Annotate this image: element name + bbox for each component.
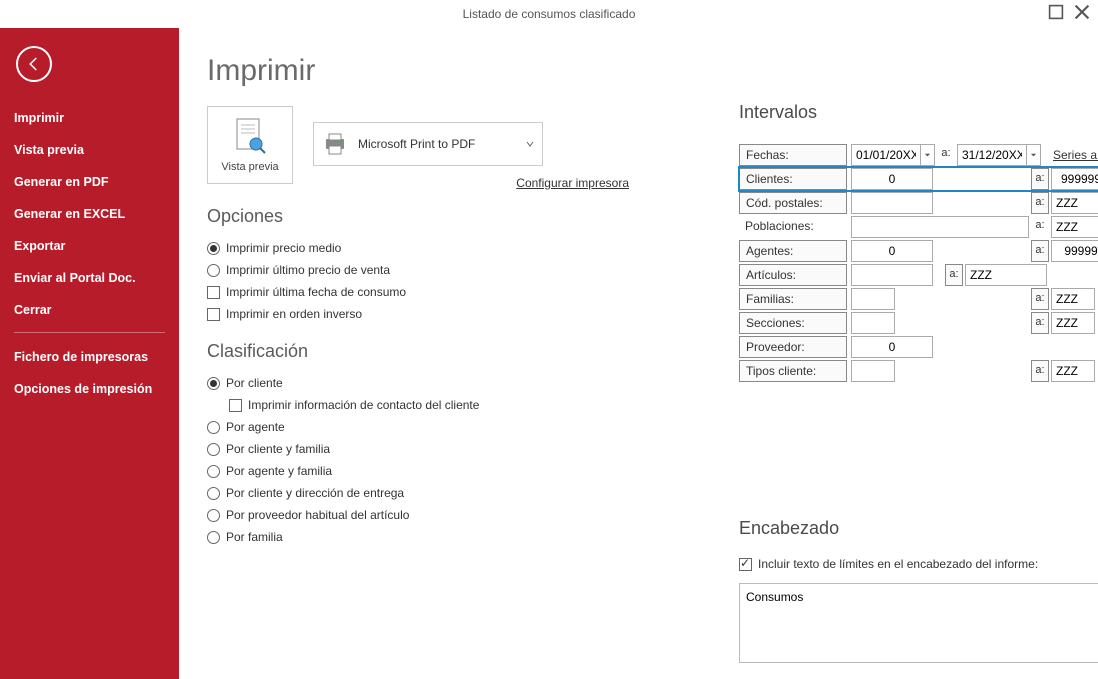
int-poblac-to[interactable] [1051, 216, 1098, 238]
sidebar-item-exportar[interactable]: Exportar [0, 230, 179, 262]
intervalos-heading: Intervalos [739, 102, 1098, 123]
int-agentes-label: Agentes: [739, 240, 847, 262]
radio-icon [207, 465, 220, 478]
int-proveedor-from[interactable] [851, 336, 933, 358]
clas-cliente-familia[interactable]: Por cliente y familia [207, 438, 1070, 460]
clas-agente-familia[interactable]: Por agente y familia [207, 460, 1070, 482]
int-poblac-row: Poblaciones: a: [739, 215, 1098, 239]
sidebar: Imprimir Vista previa Generar en PDF Gen… [0, 28, 179, 679]
radio-icon [207, 443, 220, 456]
int-fechas-from-dd[interactable] [921, 144, 935, 166]
sidebar-item-pdf[interactable]: Generar en PDF [0, 166, 179, 198]
clas-contacto-cliente[interactable]: Imprimir información de contacto del cli… [229, 394, 1070, 416]
int-clientes-from[interactable] [851, 168, 933, 190]
int-a-label: a: [1031, 168, 1049, 190]
encab-textarea[interactable] [739, 583, 1098, 663]
int-fechas-row: Fechas: a: Series a imprimir: [739, 143, 1098, 167]
document-preview-icon [233, 117, 267, 157]
int-a-label: a: [1031, 216, 1049, 238]
sidebar-item-imprimir[interactable]: Imprimir [0, 102, 179, 134]
int-proveedor-label: Proveedor: [739, 336, 847, 358]
int-a-label: a: [945, 264, 963, 286]
int-familias-label: Familias: [739, 288, 847, 310]
sidebar-item-cerrar[interactable]: Cerrar [0, 294, 179, 326]
sidebar-item-excel[interactable]: Generar en EXCEL [0, 198, 179, 230]
int-fechas-label: Fechas: [739, 144, 847, 166]
int-codpost-row: Cód. postales: a: [739, 191, 1098, 215]
radio-icon [207, 509, 220, 522]
int-fechas-from[interactable] [851, 144, 921, 166]
int-poblac-label: Poblaciones: [739, 216, 847, 238]
radio-icon [207, 242, 220, 255]
int-familias-from[interactable] [851, 288, 895, 310]
radio-icon [207, 487, 220, 500]
radio-icon [207, 421, 220, 434]
int-secciones-from[interactable] [851, 312, 895, 334]
printer-select[interactable]: Microsoft Print to PDF [313, 122, 543, 166]
maximize-icon[interactable] [1048, 4, 1064, 20]
int-proveedor-row: Proveedor: [739, 335, 1098, 359]
sidebar-item-opciones[interactable]: Opciones de impresión [0, 373, 179, 405]
radio-icon [207, 531, 220, 544]
checkbox-icon [207, 286, 220, 299]
int-a-label: a: [1031, 360, 1049, 382]
back-button[interactable] [16, 46, 52, 82]
int-secciones-row: Secciones: a: [739, 311, 1098, 335]
int-secciones-to[interactable] [1051, 312, 1095, 334]
int-agentes-from[interactable] [851, 240, 933, 262]
configure-printer-link[interactable]: Configurar impresora [516, 176, 629, 190]
titlebar: Listado de consumos clasificado [0, 0, 1098, 28]
int-a-label: a: [1031, 288, 1049, 310]
vista-previa-label: Vista previa [221, 161, 278, 173]
int-articulos-label: Artículos: [739, 264, 847, 286]
checkbox-icon [739, 558, 752, 571]
vista-previa-button[interactable]: Vista previa [207, 106, 293, 184]
checkbox-icon [229, 399, 242, 412]
int-clientes-label: Clientes: [739, 168, 847, 190]
int-tipos-to[interactable] [1051, 360, 1095, 382]
sidebar-item-fichero[interactable]: Fichero de impresoras [0, 341, 179, 373]
int-a-label: a: [1031, 192, 1049, 214]
close-icon[interactable] [1074, 4, 1090, 20]
int-codpost-label: Cód. postales: [739, 192, 847, 214]
checkbox-icon [207, 308, 220, 321]
radio-icon [207, 264, 220, 277]
sidebar-item-vista-previa[interactable]: Vista previa [0, 134, 179, 166]
page-title: Imprimir [207, 54, 1070, 88]
int-articulos-row: Artículos: a: [739, 263, 1098, 287]
series-link[interactable]: Series a imprimir: [1053, 148, 1098, 162]
int-codpost-from[interactable] [851, 192, 933, 214]
chevron-down-icon [526, 140, 534, 148]
int-tipos-from[interactable] [851, 360, 895, 382]
sidebar-divider [14, 332, 165, 333]
int-agentes-to[interactable] [1051, 240, 1098, 262]
encabezado-heading: Encabezado [739, 518, 1098, 539]
int-familias-row: Familias: a: [739, 287, 1098, 311]
int-a-label: a: [1031, 240, 1049, 262]
int-poblac-from[interactable] [851, 216, 1029, 238]
int-clientes-row: Clientes: a: [739, 167, 1098, 191]
radio-icon [207, 377, 220, 390]
int-fechas-to-dd[interactable] [1027, 144, 1041, 166]
int-codpost-to[interactable] [1051, 192, 1098, 214]
int-tipos-label: Tipos cliente: [739, 360, 847, 382]
clas-cliente-direccion[interactable]: Por cliente y dirección de entrega [207, 482, 1070, 504]
int-articulos-to[interactable] [965, 264, 1047, 286]
int-tipos-row: Tipos cliente: a: [739, 359, 1098, 383]
clas-por-agente[interactable]: Por agente [207, 416, 1070, 438]
printer-name: Microsoft Print to PDF [358, 137, 516, 151]
encab-incluir-check[interactable]: Incluir texto de límites en el encabezad… [739, 557, 1098, 571]
int-familias-to[interactable] [1051, 288, 1095, 310]
int-articulos-from[interactable] [851, 264, 933, 286]
int-clientes-to[interactable] [1051, 168, 1098, 190]
sidebar-item-portal[interactable]: Enviar al Portal Doc. [0, 262, 179, 294]
int-agentes-row: Agentes: a: [739, 239, 1098, 263]
int-fechas-to[interactable] [957, 144, 1027, 166]
int-a-label: a: [937, 144, 955, 166]
printer-icon [322, 131, 348, 157]
window-title: Listado de consumos clasificado [463, 7, 636, 21]
int-a-label: a: [1031, 312, 1049, 334]
int-secciones-label: Secciones: [739, 312, 847, 334]
